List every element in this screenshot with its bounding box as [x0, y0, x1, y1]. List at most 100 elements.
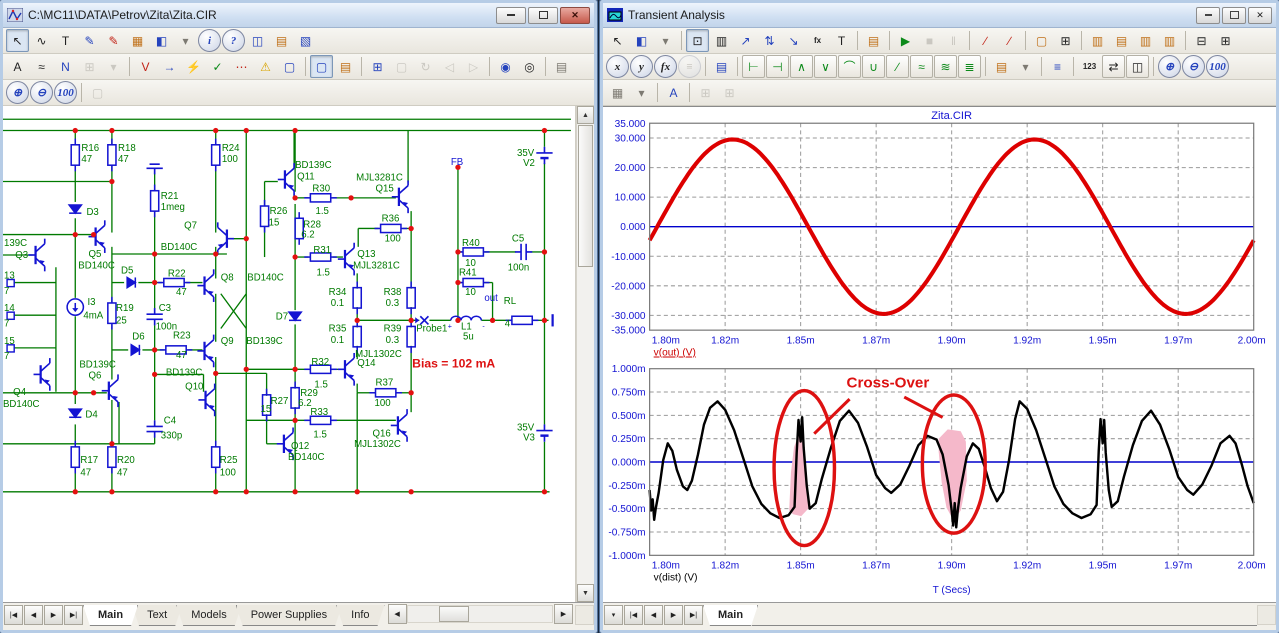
rotate-tool-icon[interactable]: ↻ [414, 55, 437, 78]
component-label[interactable]: R40 [462, 238, 480, 249]
copy-tool-icon[interactable]: ⊞ [78, 55, 101, 78]
pin-connections-toggle-icon[interactable]: ⋯ [230, 55, 253, 78]
prev-page-button[interactable]: ◀ [24, 605, 43, 625]
prev-page-button[interactable]: ◀ [644, 605, 663, 625]
select-tool-icon[interactable]: ↖ [6, 29, 29, 52]
conditions-toggle-icon[interactable]: ✓ [206, 55, 229, 78]
clipboard-icon[interactable]: ▤ [990, 55, 1013, 78]
node-name-label[interactable]: FB [451, 157, 463, 168]
component-label[interactable]: 47 [118, 154, 129, 165]
component-label[interactable]: MJL1302C [354, 439, 401, 450]
component-label[interactable]: R26 [270, 206, 288, 217]
component-label[interactable]: 6.2 [301, 230, 314, 241]
resistor-symbol[interactable] [457, 248, 490, 256]
same-vertical-scales-icon[interactable]: ◫ [1126, 55, 1149, 78]
component-label[interactable]: Q3 [15, 250, 28, 261]
component-label[interactable]: R19 [116, 303, 134, 314]
component-label[interactable]: RL [504, 296, 517, 307]
box-tool-icon[interactable]: ▢ [390, 55, 413, 78]
component-label[interactable]: 47 [117, 467, 128, 478]
select-tool-icon[interactable]: ↖ [606, 29, 629, 52]
resistor-symbol[interactable] [212, 441, 220, 474]
transistor-symbol[interactable] [392, 181, 408, 214]
plot-page-dropdown-icon[interactable]: ▾ [630, 81, 653, 104]
plus-mark-toggle-icon[interactable]: ▥ [1158, 29, 1181, 52]
component-label[interactable]: R21 [161, 191, 179, 202]
high-icon[interactable]: ⌒ [838, 55, 861, 78]
next-page-button[interactable]: ▶ [44, 605, 63, 625]
transistor-symbol[interactable] [391, 409, 407, 442]
resistor-symbol[interactable] [108, 297, 116, 330]
component-label[interactable]: Probe1 [416, 324, 447, 335]
schematic-tab-text[interactable]: Text [132, 605, 182, 626]
horizontal-tag-mode-icon[interactable]: ↘ [782, 29, 805, 52]
page-dropdown-button[interactable]: ▾ [604, 605, 623, 625]
crossover-annotation-text[interactable]: Cross-Over [847, 374, 930, 391]
info-mode-icon[interactable]: i [198, 29, 221, 52]
inflection-icon[interactable]: ≈ [910, 55, 933, 78]
valley-icon[interactable]: ∨ [814, 55, 837, 78]
font-button-icon[interactable]: A [662, 81, 685, 104]
component-label[interactable]: BD140C [288, 452, 325, 463]
peak-icon[interactable]: ∧ [790, 55, 813, 78]
stop-button-icon[interactable]: ■ [918, 29, 941, 52]
scroll-up-button[interactable]: ▲ [577, 106, 594, 124]
shape-tool-icon[interactable]: ◧ [630, 29, 653, 52]
node-names-toggle-icon[interactable]: N [54, 55, 77, 78]
zoom-area-icon[interactable]: ▢ [1030, 29, 1053, 52]
first-page-button[interactable]: |◀ [624, 605, 643, 625]
component-label[interactable]: R34 [329, 287, 347, 298]
scroll-left-button[interactable]: ◀ [388, 604, 407, 624]
pause-button-icon[interactable]: ‖ [942, 29, 965, 52]
transistor-symbol[interactable] [28, 239, 44, 272]
resistor-symbol[interactable] [353, 282, 361, 315]
resistor-symbol[interactable] [212, 139, 220, 172]
component-label[interactable]: 15 [261, 404, 272, 415]
resistor-symbol[interactable] [374, 224, 407, 232]
analysis-limits-icon[interactable]: ▤ [710, 55, 733, 78]
bias-annotation[interactable]: Bias = 102 mA [412, 356, 495, 370]
component-label[interactable]: C4 [164, 415, 177, 426]
transistor-symbol[interactable] [102, 374, 118, 407]
component-label[interactable]: 15 [4, 336, 15, 347]
point-tag-mode-icon[interactable]: ↗ [734, 29, 757, 52]
remove-plot-icon[interactable]: ⊞ [718, 81, 741, 104]
component-label[interactable]: R23 [173, 331, 191, 342]
transistor-symbol[interactable] [338, 353, 354, 386]
node-name-label[interactable]: out [484, 293, 498, 304]
zoom-out-icon[interactable]: ⊖ [30, 81, 53, 104]
capacitor-symbol[interactable] [515, 244, 532, 260]
component-label[interactable]: BD140C [78, 260, 115, 271]
component-label[interactable]: BD139C [166, 367, 203, 378]
transistor-symbol[interactable] [197, 269, 213, 302]
zoom-out-icon[interactable]: ⊖ [1182, 55, 1205, 78]
component-label[interactable]: 13 [4, 270, 15, 281]
component-label[interactable]: 15 [269, 217, 280, 228]
component-label[interactable]: R30 [312, 184, 330, 195]
shape-tool-icon[interactable]: ◧ [150, 29, 173, 52]
resistor-symbol[interactable] [71, 441, 79, 474]
component-label[interactable]: Q13 [357, 249, 375, 260]
schematic-tab-info[interactable]: Info [336, 605, 384, 626]
mirror-y-tool-icon[interactable]: ▷ [462, 55, 485, 78]
resistor-symbol[interactable] [369, 389, 402, 397]
component-label[interactable]: 47 [176, 350, 187, 361]
component-label[interactable]: R17 [80, 455, 98, 466]
power-toggle-icon[interactable]: ⚡ [182, 55, 205, 78]
flag-mode-icon[interactable]: ✎ [102, 29, 125, 52]
component-label[interactable]: BD139C [295, 160, 332, 171]
maximize-button[interactable] [528, 7, 558, 24]
component-label[interactable]: 4mA [83, 310, 103, 321]
component-label[interactable]: D3 [86, 207, 98, 218]
component-label[interactable]: D7 [276, 311, 288, 322]
component-label[interactable]: Q12 [291, 441, 309, 452]
transistor-symbol[interactable] [218, 222, 234, 255]
curve-stack-icon[interactable]: ≣ [958, 55, 981, 78]
component-label[interactable]: BD140C [247, 273, 284, 284]
shape-dropdown-icon[interactable]: ▾ [654, 29, 677, 52]
plot-page-grid-icon[interactable]: ▦ [606, 81, 629, 104]
transistor-symbol[interactable] [197, 335, 213, 368]
component-label[interactable]: 330p [161, 431, 183, 442]
schematic-titlebar[interactable]: C:\MC11\DATA\Petrov\Zita\Zita.CIR ✕ [3, 3, 594, 28]
component-label[interactable]: R38 [384, 287, 402, 298]
